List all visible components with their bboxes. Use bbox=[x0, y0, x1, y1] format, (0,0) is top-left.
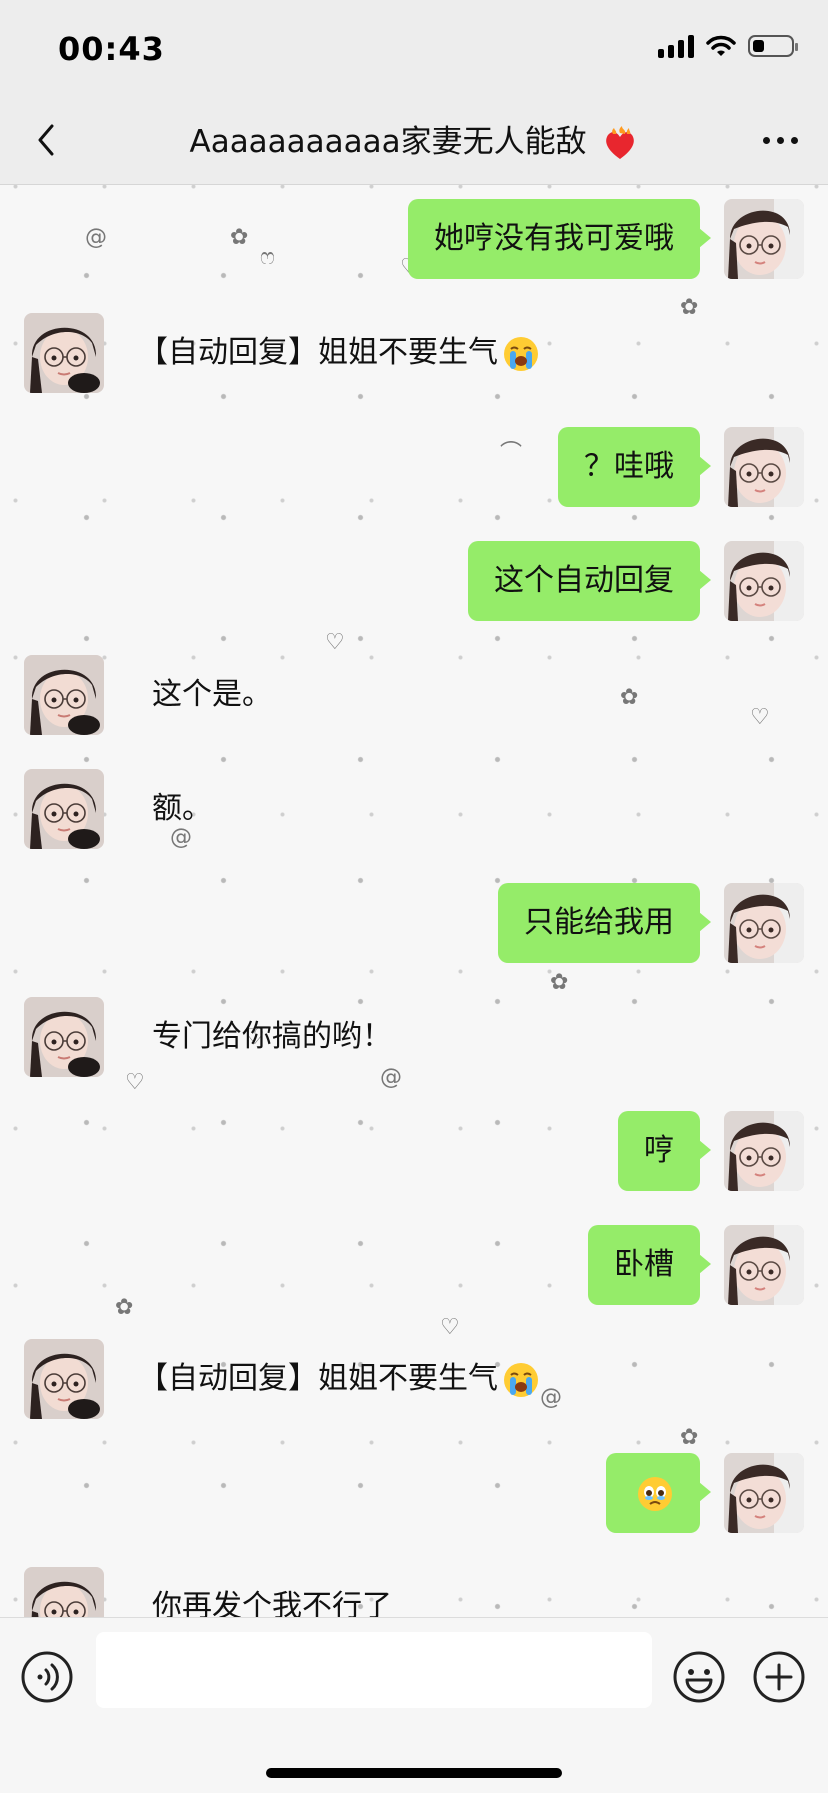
message-input[interactable] bbox=[96, 1632, 652, 1708]
sent-message-row: 只能给我用 bbox=[0, 883, 828, 963]
my-avatar[interactable] bbox=[724, 1453, 804, 1533]
received-message-row: 专门给你搞的哟！ bbox=[0, 997, 828, 1077]
more-functions-button[interactable] bbox=[752, 1650, 806, 1704]
message-bubble[interactable]: 这个自动回复 bbox=[468, 541, 711, 621]
status-bar: 00:43 bbox=[0, 0, 828, 96]
message-bubble[interactable]: 【自动回复】姐姐不要生气 bbox=[138, 313, 540, 393]
more-dots-icon bbox=[762, 136, 770, 144]
contact-avatar[interactable] bbox=[24, 1339, 104, 1419]
home-indicator[interactable] bbox=[266, 1768, 562, 1778]
emoji-button[interactable] bbox=[672, 1650, 726, 1704]
my-avatar[interactable] bbox=[724, 1225, 804, 1305]
message-text: 哼 bbox=[644, 1133, 674, 1168]
my-avatar[interactable] bbox=[724, 883, 804, 963]
message-bubble[interactable]: 只能给我用 bbox=[498, 883, 711, 963]
message-bubble[interactable]: 卧槽 bbox=[588, 1225, 711, 1305]
received-message-row: 这个是。 bbox=[0, 655, 828, 735]
back-button[interactable] bbox=[22, 114, 72, 166]
plus-icon bbox=[753, 1651, 805, 1703]
background-doodle: ✿ bbox=[680, 1425, 699, 1450]
message-text: 卧槽 bbox=[614, 1247, 674, 1282]
status-icons bbox=[658, 34, 798, 58]
message-text: 额。 bbox=[152, 791, 212, 826]
message-text: ？哇哦 bbox=[584, 449, 674, 484]
my-avatar[interactable] bbox=[724, 541, 804, 621]
message-text: 这个自动回复 bbox=[494, 563, 674, 598]
chat-title: Aaaaaaaaaaa家妻无人能敌 bbox=[120, 116, 708, 163]
sent-message-row: 哼 bbox=[0, 1111, 828, 1191]
face-holding-back-tears-icon bbox=[638, 1476, 672, 1511]
sent-message-row: ？哇哦 bbox=[0, 427, 828, 507]
received-message-row: 【自动回复】姐姐不要生气 bbox=[0, 313, 828, 393]
message-bubble[interactable]: 【自动回复】姐姐不要生气 bbox=[138, 1339, 540, 1419]
signal-icon bbox=[658, 34, 694, 58]
loudly-crying-face-icon bbox=[504, 336, 538, 371]
sent-message-row bbox=[0, 1453, 828, 1533]
battery-level bbox=[753, 40, 764, 52]
background-doodle: ✿ bbox=[550, 970, 569, 995]
message-bubble[interactable]: 额。 bbox=[128, 769, 236, 849]
my-avatar[interactable] bbox=[724, 427, 804, 507]
wifi-icon bbox=[706, 35, 736, 56]
message-text: 【自动回复】姐姐不要生气 bbox=[138, 1361, 498, 1396]
message-text: 这个是。 bbox=[152, 677, 272, 712]
background-doodle: ♡ bbox=[325, 630, 345, 655]
message-text: 你再发个我不行了 bbox=[152, 1589, 392, 1617]
sent-message-row: 她哼没有我可爱哦 bbox=[0, 199, 828, 279]
message-bubble[interactable] bbox=[606, 1453, 711, 1533]
message-bubble[interactable]: 这个是。 bbox=[128, 655, 296, 735]
emoji-face-icon bbox=[673, 1651, 725, 1703]
my-avatar[interactable] bbox=[724, 199, 804, 279]
received-message-row: 额。 bbox=[0, 769, 828, 849]
message-bubble[interactable]: 专门给你搞的哟！ bbox=[128, 997, 416, 1077]
chevron-left-icon bbox=[38, 124, 54, 156]
heart-on-fire-icon bbox=[605, 125, 634, 159]
contact-avatar[interactable] bbox=[24, 769, 104, 849]
background-doodle: ♡ bbox=[440, 1315, 460, 1340]
received-message-row: 你再发个我不行了 bbox=[0, 1567, 828, 1617]
message-text: 专门给你搞的哟！ bbox=[152, 1019, 392, 1054]
input-bar bbox=[0, 1617, 828, 1793]
loudly-crying-face-icon bbox=[504, 1362, 538, 1397]
sent-message-row: 卧槽 bbox=[0, 1225, 828, 1305]
received-message-row: 【自动回复】姐姐不要生气 bbox=[0, 1339, 828, 1419]
contact-avatar[interactable] bbox=[24, 313, 104, 393]
message-text: 只能给我用 bbox=[524, 905, 674, 940]
message-bubble[interactable]: ？哇哦 bbox=[558, 427, 711, 507]
voice-icon bbox=[21, 1651, 73, 1703]
voice-button[interactable] bbox=[20, 1650, 74, 1704]
message-bubble[interactable]: 哼 bbox=[618, 1111, 711, 1191]
chat-area[interactable]: ෆ✿♡✿@⌒♡✿♡@♡✿♡@✿♡@✿她哼没有我可爱哦【自动回复】姐姐不要生气？哇… bbox=[0, 185, 828, 1617]
sent-message-row: 这个自动回复 bbox=[0, 541, 828, 621]
chat-title-text: Aaaaaaaaaaa家妻无人能敌 bbox=[189, 124, 587, 160]
my-avatar[interactable] bbox=[724, 1111, 804, 1191]
contact-avatar[interactable] bbox=[24, 655, 104, 735]
contact-avatar[interactable] bbox=[24, 1567, 104, 1617]
contact-avatar[interactable] bbox=[24, 997, 104, 1077]
message-text: 她哼没有我可爱哦 bbox=[434, 221, 674, 256]
nav-bar: Aaaaaaaaaaa家妻无人能敌 bbox=[0, 96, 828, 185]
message-bubble[interactable]: 她哼没有我可爱哦 bbox=[408, 199, 711, 279]
message-bubble[interactable]: 你再发个我不行了 bbox=[128, 1567, 416, 1617]
more-button[interactable] bbox=[752, 118, 808, 162]
message-text: 【自动回复】姐姐不要生气 bbox=[138, 335, 498, 370]
status-time: 00:43 bbox=[58, 30, 165, 68]
battery-icon bbox=[748, 35, 798, 57]
